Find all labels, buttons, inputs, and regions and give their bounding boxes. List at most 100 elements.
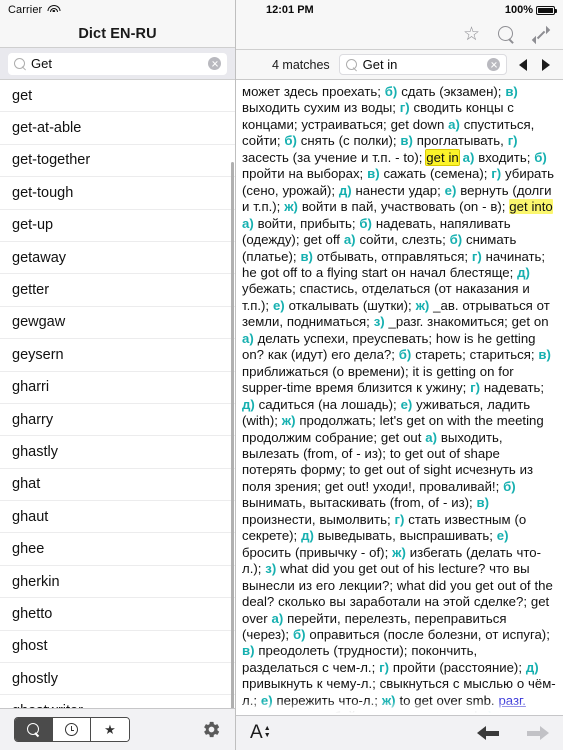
page-title: Dict EN-RU	[78, 25, 157, 42]
article-text-run: отбывать, отправляться;	[312, 248, 472, 264]
word-list-item[interactable]: geysern	[0, 339, 235, 372]
word-list-item[interactable]: get	[0, 80, 235, 113]
word-list-item[interactable]: get-at-able	[0, 112, 235, 145]
clear-icon[interactable]	[487, 58, 500, 71]
article-text-run: откалывать (шутки);	[284, 297, 416, 313]
sense-marker: б)	[284, 133, 297, 149]
word-list-item[interactable]: ghaut	[0, 501, 235, 534]
gear-icon[interactable]	[202, 720, 221, 739]
find-previous-button[interactable]	[516, 58, 530, 71]
sense-marker: г)	[470, 380, 481, 396]
left-title-bar: Dict EN-RU	[0, 20, 235, 48]
triangle-left-icon	[519, 58, 527, 71]
article-text: может здесь проехать; б) сдать (экзамен)…	[242, 84, 557, 715]
word-list-scrollbar[interactable]	[231, 162, 234, 708]
sense-marker: д)	[517, 264, 530, 280]
sense-marker: ж)	[284, 199, 298, 215]
article-text-run: to get over smb.	[395, 692, 499, 708]
sense-marker: б)	[292, 626, 306, 642]
sense-marker: в)	[476, 495, 490, 511]
reference-link[interactable]: разг.	[498, 693, 525, 708]
word-list-item[interactable]: gharry	[0, 403, 235, 437]
sense-marker: в)	[300, 248, 313, 264]
word-list[interactable]: get get-at-able get-together get-tough get-u…	[0, 80, 235, 708]
battery-indicator: 100%	[505, 4, 557, 16]
word-list-item[interactable]: get-tough	[0, 177, 235, 210]
word-list-item[interactable]: getter	[0, 274, 235, 307]
sense-marker: а)	[242, 330, 254, 346]
word-list-item[interactable]: ghostwriter	[0, 695, 235, 708]
segment-search[interactable]	[15, 718, 53, 741]
word-list-item[interactable]: gewgaw	[0, 306, 235, 340]
app-root: Carrier Dict EN-RU Get get get-at-able get…	[0, 0, 563, 750]
sense-marker: д)	[525, 659, 539, 675]
font-size-icon[interactable]: A ▲ ▼	[250, 723, 271, 742]
clear-icon[interactable]	[208, 57, 221, 70]
article-text-run: выходить сухим из воды;	[242, 100, 400, 116]
article-text-run: нанести удар;	[351, 182, 445, 198]
match-highlight[interactable]: get into	[509, 199, 553, 215]
word-list-item[interactable]: getaway	[0, 241, 235, 275]
word-list-item[interactable]: ghastly	[0, 436, 235, 469]
article-pane: 12:01 PM 100% ☆ 4 matches Get in может з…	[236, 0, 563, 750]
find-next-button[interactable]	[539, 58, 553, 71]
wifi-icon	[47, 5, 61, 15]
sense-marker: ж)	[392, 544, 406, 560]
left-search-bar: Get	[0, 48, 235, 80]
sense-marker: а)	[425, 429, 438, 445]
find-input[interactable]: Get in	[338, 54, 507, 75]
active-match-highlight[interactable]: get in	[426, 149, 459, 165]
article-text-run: войти, прибыть;	[253, 215, 360, 231]
article-text-run: снять (с полки);	[296, 133, 401, 149]
clock-label: 12:01 PM	[266, 4, 314, 16]
sense-marker: а)	[242, 215, 254, 231]
word-list-item[interactable]: ghostly	[0, 663, 235, 696]
sense-marker: д)	[338, 182, 352, 198]
word-list-item[interactable]: get-together	[0, 144, 235, 178]
sense-marker: в)	[538, 347, 551, 363]
sense-marker: ж)	[415, 297, 430, 313]
sense-marker: ж)	[381, 692, 396, 708]
search-icon[interactable]	[498, 26, 515, 43]
mode-segmented-control[interactable]: ★	[14, 717, 130, 742]
dictionary-article[interactable]: может здесь проехать; б) сдать (экзамен)…	[236, 80, 563, 715]
word-list-item[interactable]: ghat	[0, 468, 235, 502]
expand-arrows-icon[interactable]	[531, 25, 551, 44]
sense-marker: е)	[260, 692, 273, 708]
segment-favorites[interactable]: ★	[91, 718, 129, 741]
star-outline-icon[interactable]: ☆	[463, 25, 480, 44]
left-status-bar: Carrier	[0, 0, 235, 20]
arrow-left-icon[interactable]	[477, 726, 499, 740]
article-text-run: выведывать, выспрашивать;	[313, 528, 497, 544]
article-text-run: пройти (расстояние);	[389, 659, 526, 675]
segment-history[interactable]	[53, 718, 91, 741]
sense-marker: г)	[491, 166, 502, 182]
article-text-run: сажать (семена);	[379, 166, 492, 182]
article-text-run: стареть; стариться;	[411, 347, 539, 363]
sense-marker: е)	[400, 396, 413, 412]
sense-marker: а)	[448, 116, 460, 132]
arrow-right-icon[interactable]	[527, 726, 549, 740]
right-status-bar: 12:01 PM 100%	[236, 0, 563, 20]
carrier-label: Carrier	[8, 4, 43, 16]
sense-marker: г)	[379, 659, 390, 675]
sense-marker: е)	[444, 182, 457, 198]
article-text-run: надевать;	[480, 380, 545, 396]
triangle-right-icon	[542, 58, 550, 71]
search-input[interactable]: Get	[8, 52, 227, 75]
sense-marker: в)	[400, 133, 413, 149]
sense-marker: в)	[367, 166, 380, 182]
word-list-item[interactable]: ghost	[0, 630, 235, 664]
sense-marker: в)	[505, 84, 518, 99]
sense-marker: а)	[343, 232, 356, 248]
word-list-item[interactable]: get-up	[0, 209, 235, 242]
article-text-run: сдать (экзамен);	[397, 84, 506, 99]
word-list-item[interactable]: gharri	[0, 371, 235, 404]
word-list-item[interactable]: ghee	[0, 533, 235, 566]
article-text-run: бросить (привычку - of);	[242, 544, 393, 560]
find-input-value: Get in	[362, 57, 398, 72]
sense-marker: г)	[507, 133, 518, 149]
word-list-item[interactable]: gherkin	[0, 565, 235, 599]
article-text-run: пережить что-л.;	[272, 692, 382, 708]
word-list-item[interactable]: ghetto	[0, 598, 235, 631]
